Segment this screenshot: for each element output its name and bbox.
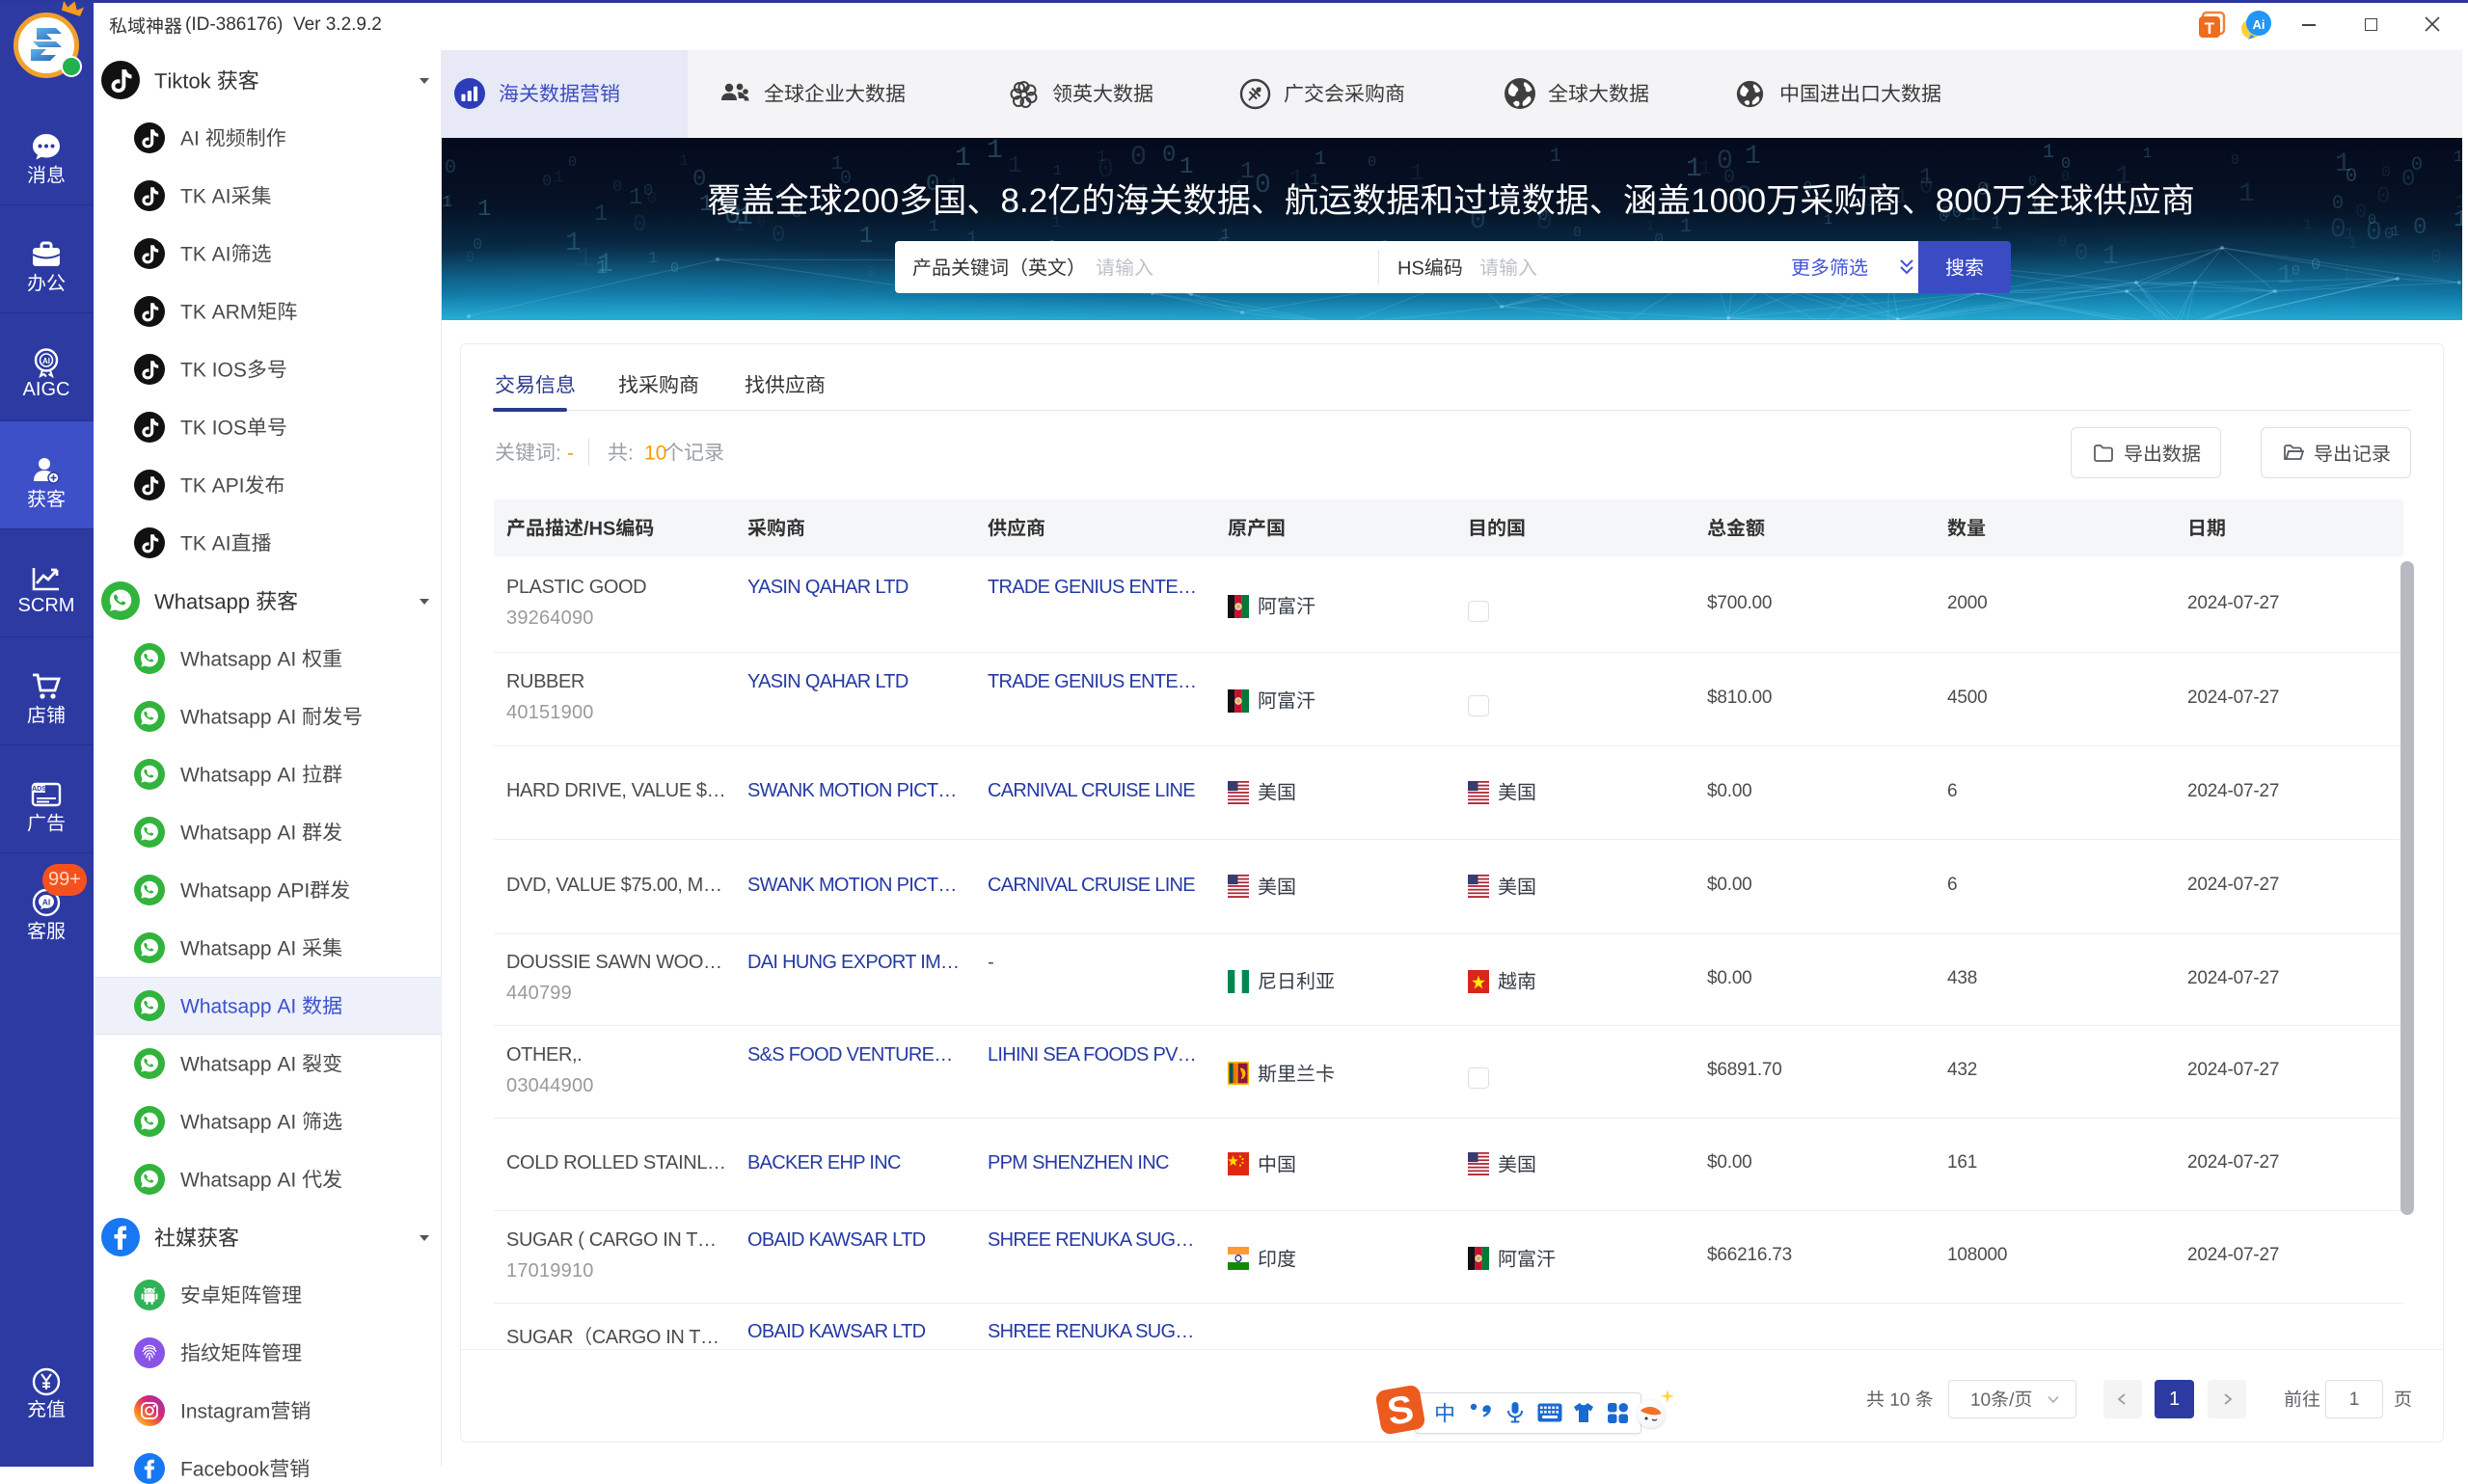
svg-text:ADS: ADS <box>32 786 46 793</box>
svg-text:AI: AI <box>42 898 51 907</box>
svg-text:T: T <box>2205 19 2215 38</box>
svg-text:Ai: Ai <box>2253 17 2265 32</box>
svg-text:AI: AI <box>42 357 50 365</box>
